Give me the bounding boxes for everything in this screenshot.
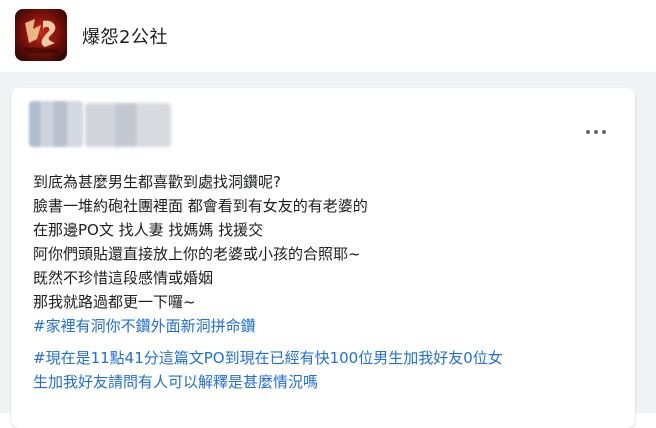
hashtag-link[interactable]: #家裡有洞你不鑽外面新洞拼命鑽 [33,317,256,335]
author-name-blurred[interactable] [85,103,171,147]
post-card: 到底為甚麼男生都喜歡到處找洞鑽呢? 臉書一堆約砲社團裡面 都會看到有女友的有老婆… [11,88,635,428]
hashtag-link-long[interactable]: #現在是11點41分這篇文PO到現在已經有快100位男生加我好友0位女 [33,349,503,367]
more-options-button[interactable] [582,122,610,142]
hashtag-line: #現在是11點41分這篇文PO到現在已經有快100位男生加我好友0位女 [33,346,623,370]
hashtag-line: #家裡有洞你不鑽外面新洞拼命鑽 [33,314,623,338]
post-text: 到底為甚麼男生都喜歡到處找洞鑽呢? 臉書一堆約砲社團裡面 都會看到有女友的有老婆… [33,170,623,338]
hashtag-link-long-continued[interactable]: 生加我好友請問有人可以解釋是甚麼情況嗎 [33,373,318,391]
feed: 到底為甚麼男生都喜歡到處找洞鑽呢? 臉書一堆約砲社團裡面 都會看到有女友的有老婆… [0,72,656,428]
post-line: 既然不珍惜這段感情或婚姻 [33,269,214,287]
post-line: 在那邊PO文 找人妻 找媽媽 找援交 [33,221,264,239]
post-line: 到底為甚麼男生都喜歡到處找洞鑽呢? [33,173,281,191]
hashtag-paragraph: #現在是11點41分這篇文PO到現在已經有快100位男生加我好友0位女 生加我好… [33,346,623,394]
group-logo-art [23,19,59,53]
group-logo[interactable] [15,9,67,61]
post-line: 那我就路過都更一下囉~ [33,293,196,311]
more-horizontal-icon-dot [602,130,606,134]
more-horizontal-icon [586,130,590,134]
hashtag-line-continued: 生加我好友請問有人可以解釋是甚麼情況嗎 [33,370,623,394]
group-name[interactable]: 爆怨2公社 [82,23,168,49]
group-header: 爆怨2公社 [0,0,656,72]
post-line: 臉書一堆約砲社團裡面 都會看到有女友的有老婆的 [33,197,368,215]
author-avatar-blurred[interactable] [29,101,83,147]
post-line: 阿你們頭貼還直接放上你的老婆或小孩的合照耶~ [33,245,361,263]
more-horizontal-icon-dot [594,130,598,134]
